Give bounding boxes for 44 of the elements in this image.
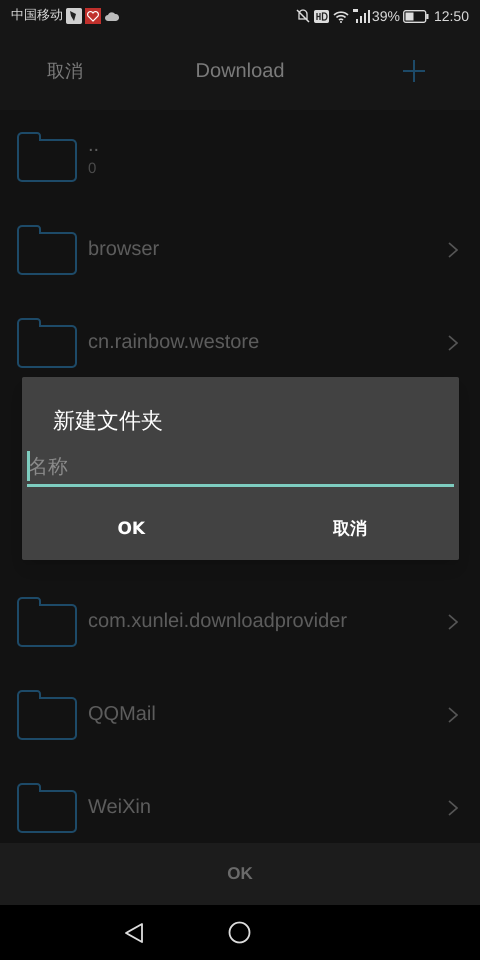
ok-button[interactable]: OK	[0, 843, 480, 905]
chevron-right-icon	[448, 800, 458, 816]
folder-name: WeiXin	[88, 795, 151, 820]
folder-title: Download	[196, 59, 284, 84]
heart-app-icon	[85, 8, 101, 24]
folder-name: ..	[88, 132, 100, 158]
folder-icon	[17, 596, 77, 646]
folder-icon	[17, 782, 77, 832]
folder-name: QQMail	[88, 702, 156, 727]
folder-name: cn.rainbow.westore	[88, 330, 260, 355]
folder-icon	[17, 690, 77, 740]
chevron-right-icon	[448, 614, 458, 630]
folder-row[interactable]: browser	[0, 203, 480, 296]
folder-icon	[17, 318, 77, 368]
back-icon[interactable]	[123, 922, 145, 944]
home-icon[interactable]	[228, 921, 251, 944]
hd-icon	[314, 10, 329, 22]
cancel-button[interactable]: 取消	[240, 505, 459, 555]
chevron-right-icon	[448, 706, 458, 722]
signal-icon	[352, 9, 371, 23]
text-cursor	[27, 451, 30, 481]
folder-row[interactable]: com.xunlei.downloadprovider	[0, 575, 480, 668]
folder-name: browser	[88, 237, 160, 262]
cloud-icon	[105, 11, 119, 21]
dialog-title: 新建文件夹	[53, 408, 163, 436]
battery-icon	[402, 10, 429, 22]
folder-row[interactable]: WeiXin	[0, 761, 480, 843]
muted-icon	[296, 9, 310, 23]
folder-name: com.xunlei.downloadprovider	[88, 609, 348, 634]
name-input-field[interactable]: 名称	[27, 448, 454, 487]
folder-icon	[17, 132, 77, 182]
folder-row[interactable]: .. 0	[0, 110, 480, 203]
folder-row[interactable]: QQMail	[0, 668, 480, 761]
cancel-button[interactable]: 取消	[47, 58, 83, 84]
battery-percentage: 39%	[372, 6, 400, 26]
ok-button[interactable]: OK	[22, 505, 240, 555]
carrier-name: 中国移动	[11, 7, 63, 26]
chevron-right-icon	[448, 242, 458, 258]
clock-time: 12:50	[434, 6, 469, 26]
folder-icon	[17, 224, 77, 274]
folder-row[interactable]: cn.rainbow.westore	[0, 296, 480, 389]
item-count: 0	[88, 158, 96, 179]
wifi-icon	[332, 10, 349, 22]
chevron-right-icon	[448, 334, 458, 350]
